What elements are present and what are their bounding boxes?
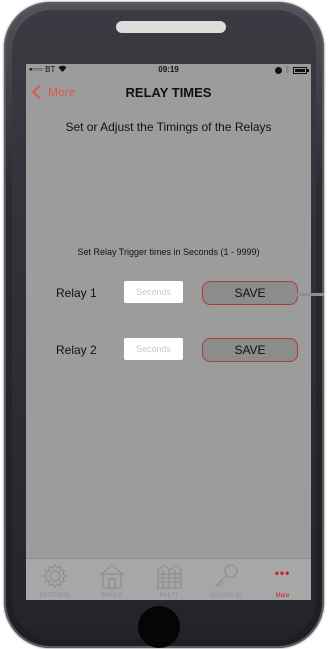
gear-icon <box>40 562 70 590</box>
more-dots-icon: ••• <box>274 566 291 580</box>
instructions-text: Set Relay Trigger times in Seconds (1 - … <box>77 247 260 257</box>
relay-2-save-button[interactable]: SAVE <box>202 338 298 362</box>
relay-row-1: Relay 1 SAVE <box>26 281 311 305</box>
tab-more[interactable]: ••• More <box>254 559 311 600</box>
connector-line-horizontal <box>296 293 324 296</box>
status-bar: ●○○○○ BT 09:19 ᛒ <box>26 64 311 76</box>
relay-1-seconds-input[interactable] <box>124 281 183 303</box>
stage: ●○○○○ BT 09:19 ᛒ More RELAY TIMES Set or… <box>0 0 331 649</box>
home-button[interactable] <box>138 606 180 648</box>
tab-label: SETTINGS <box>39 593 70 599</box>
tab-label: CALLER ID <box>209 593 241 599</box>
status-time: 09:19 <box>158 65 179 74</box>
navigation-bar: More RELAY TIMES <box>26 76 311 114</box>
tab-caller-id[interactable]: CALLER ID <box>197 559 254 600</box>
tab-label: SINGLE <box>100 593 123 599</box>
page-title: RELAY TIMES <box>125 85 212 100</box>
tab-bar: SETTINGS SINGLE MULTI CALLER ID ••• More <box>26 558 311 600</box>
tab-settings[interactable]: SETTINGS <box>26 559 83 600</box>
phone-frame: ●○○○○ BT 09:19 ᛒ More RELAY TIMES Set or… <box>4 2 324 648</box>
key-icon <box>211 562 241 590</box>
page-subtitle: Set or Adjust the Timings of the Relays <box>65 120 272 134</box>
relay-label: Relay 1 <box>56 286 97 300</box>
tab-label: More <box>275 593 290 599</box>
tab-single[interactable]: SINGLE <box>83 559 140 600</box>
alarm-icon <box>275 66 283 74</box>
relay-2-seconds-input[interactable] <box>124 338 183 360</box>
relay-1-save-button[interactable]: SAVE <box>202 281 298 305</box>
relay-row-2: Relay 2 SAVE <box>26 338 311 362</box>
speaker-grille <box>116 21 226 33</box>
bluetooth-icon: ᛒ <box>285 65 290 74</box>
house-icon <box>97 562 127 590</box>
battery-icon <box>293 66 309 74</box>
tab-label: MULTI <box>159 593 178 599</box>
building-icon <box>154 562 184 590</box>
tab-multi[interactable]: MULTI <box>140 559 197 600</box>
app-screen: ●○○○○ BT 09:19 ᛒ More RELAY TIMES Set or… <box>26 64 311 600</box>
relay-label: Relay 2 <box>56 343 97 357</box>
status-right: ᛒ <box>275 65 309 74</box>
